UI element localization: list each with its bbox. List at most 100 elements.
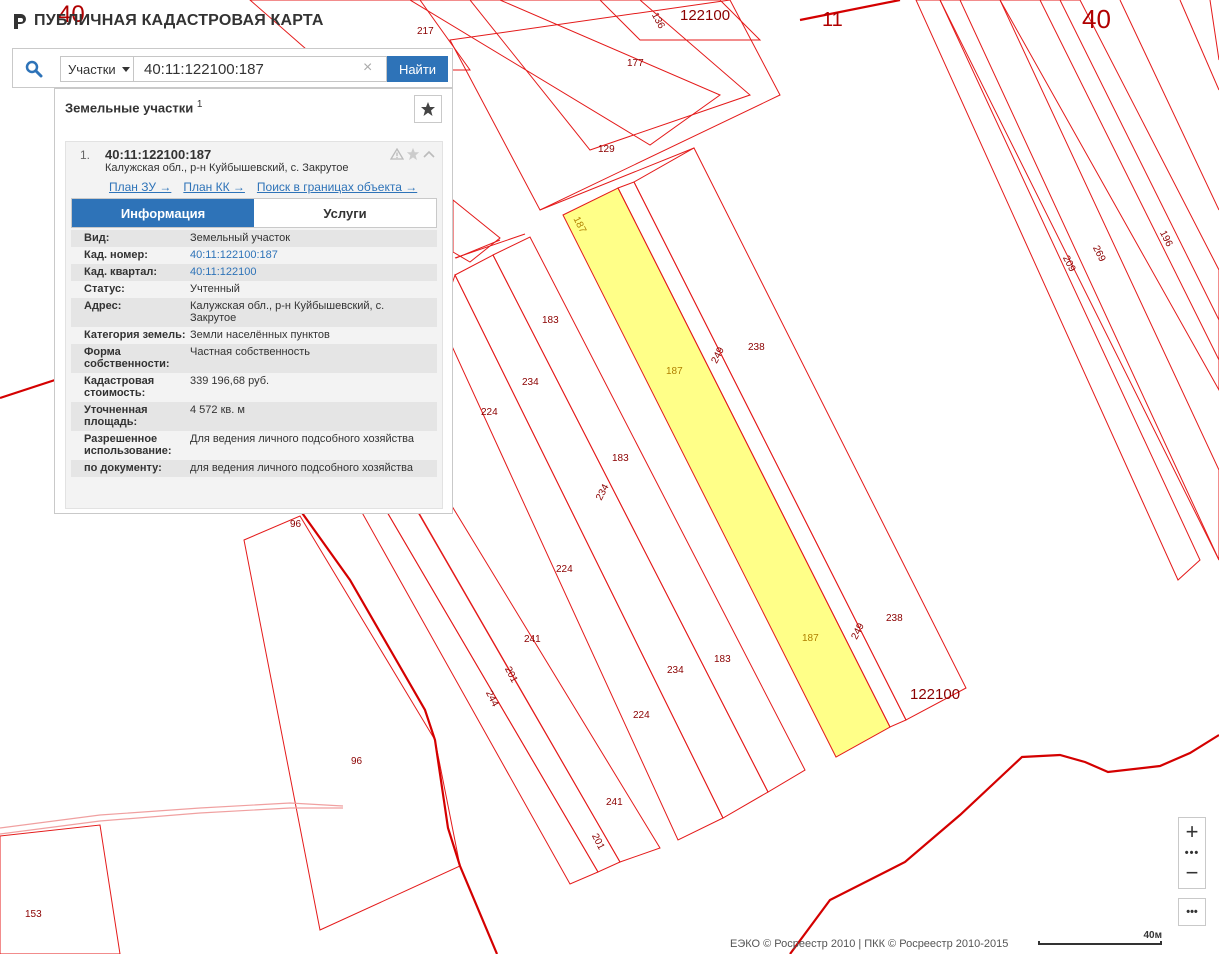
- parcel-label-p234c: 234: [667, 665, 684, 676]
- parcel-label-p224b: 224: [556, 564, 573, 575]
- parcel-label-p177: 177: [627, 58, 644, 69]
- warning-icon[interactable]: [390, 148, 404, 160]
- plan-zu-link[interactable]: План ЗУ →: [109, 180, 171, 194]
- parcel-label-p234b: 234: [594, 482, 612, 502]
- search-type-label: Участки: [68, 61, 116, 77]
- prop-row-kad-quarter: Кад. квартал: 40:11:122100: [71, 264, 437, 281]
- prop-row-cadastral-value: Кадастровая стоимость: 339 196,68 руб.: [71, 373, 437, 402]
- zoom-control: + ••• −: [1178, 817, 1206, 889]
- quarter-boundary-right: [789, 734, 1219, 954]
- star-icon[interactable]: [406, 147, 420, 161]
- parcel-label-p129: 129: [598, 144, 615, 155]
- parcel-label-p187b: 187: [666, 366, 683, 377]
- parcel-label-p224c: 224: [633, 710, 650, 721]
- scale-bar-line: [1038, 941, 1162, 945]
- search-panel: Участки × Найти Земельные участки 1 1. 4…: [12, 48, 453, 514]
- parcel-label-p187c: 187: [802, 633, 819, 644]
- star-icon: [421, 102, 435, 116]
- scale-label: 40м: [1143, 930, 1162, 941]
- parcel-label-p201a: 201: [502, 665, 520, 685]
- parcel-label-p241b: 241: [606, 797, 623, 808]
- parcel-label-p183c: 183: [714, 654, 731, 665]
- parcel-129[interactable]: [449, 0, 781, 211]
- quarter-boundary-top: [799, 0, 901, 22]
- find-button[interactable]: Найти: [387, 56, 448, 82]
- tab-services[interactable]: Услуги: [254, 199, 436, 227]
- chevron-down-icon: [121, 66, 130, 72]
- parcel-244[interactable]: [354, 499, 599, 885]
- parcel-96[interactable]: [243, 515, 461, 931]
- parcel-187[interactable]: [562, 187, 891, 758]
- prop-row-land-category: Категория земель: Земли населённых пункто…: [71, 327, 437, 344]
- search-in-bounds-link[interactable]: Поиск в границах объекта →: [257, 180, 417, 194]
- app-header: ПУБЛИЧНАЯ КАДАСТРОВАЯ КАРТА: [12, 12, 324, 30]
- parcel-234[interactable]: [454, 254, 769, 819]
- parcel-196[interactable]: [999, 0, 1219, 392]
- prop-row-type: Вид: Земельный участок: [71, 230, 437, 247]
- parcel-label-p183b: 183: [612, 453, 629, 464]
- parcel-label-p183a: 183: [542, 315, 559, 326]
- quarter-boundary-main: [299, 509, 499, 954]
- favorites-button[interactable]: [414, 95, 442, 123]
- prop-row-address: Адрес: Калужская обл., р-н Куйбышевский, …: [71, 298, 437, 327]
- more-options-button[interactable]: •••: [1178, 898, 1206, 926]
- parcel-153[interactable]: [0, 824, 121, 954]
- parcel-label-p241a: 241: [524, 634, 541, 645]
- parcel-label-p196: 196: [1157, 229, 1175, 249]
- zoom-dots-icon[interactable]: •••: [1179, 847, 1205, 859]
- logo-icon: [14, 14, 26, 29]
- quarter-label-122100-top: 122100: [680, 7, 730, 24]
- result-address: Калужская обл., р-н Куйбышевский, с. Зак…: [105, 162, 349, 174]
- prop-row-permitted-use: Разрешенное использование: Для ведения ли…: [71, 431, 437, 460]
- parcel-269[interactable]: [939, 0, 1219, 561]
- result-card[interactable]: 1. 40:11:122100:187 Калужская обл., р-н …: [65, 141, 443, 509]
- parcel-label-p153: 153: [25, 909, 42, 920]
- parcel-left-block[interactable]: [452, 198, 501, 263]
- scale-bar: 40м: [1036, 930, 1166, 950]
- parcel-label-p238a: 238: [748, 342, 765, 353]
- search-type-select[interactable]: Участки: [60, 56, 134, 82]
- result-number: 1.: [80, 148, 91, 162]
- results-count: 1: [196, 99, 203, 110]
- prop-row-ownership: Форма собственности: Частная собственност…: [71, 344, 437, 373]
- search-icon[interactable]: [21, 57, 47, 81]
- card-tabs: Информация Услуги: [71, 198, 437, 228]
- parcel-label-p234a: 234: [522, 377, 539, 388]
- card-actions: [390, 147, 436, 161]
- search-input[interactable]: [134, 56, 387, 82]
- parcel-label-p244: 244: [483, 689, 501, 709]
- prop-row-kad-number: Кад. номер: 40:11:122100:187: [71, 247, 437, 264]
- parcel-label-p224a: 224: [481, 407, 498, 418]
- plan-kk-link[interactable]: План КК →: [183, 180, 245, 194]
- zoom-in-button[interactable]: +: [1179, 818, 1205, 846]
- parcel-209[interactable]: [915, 0, 1201, 581]
- app-title: ПУБЛИЧНАЯ КАДАСТРОВАЯ КАРТА: [34, 12, 324, 29]
- parcel-label-p217: 217: [417, 26, 434, 37]
- tab-information[interactable]: Информация: [72, 199, 254, 227]
- parcel-label-p238b: 238: [886, 613, 903, 624]
- parcel-249[interactable]: [617, 181, 907, 728]
- result-kad-number[interactable]: 40:11:122100:187: [105, 147, 211, 162]
- parcel-label-p136: 136: [649, 11, 667, 31]
- prop-row-status: Статус: Учтенный: [71, 281, 437, 298]
- parcel-label-p249a: 249: [709, 345, 727, 365]
- parcel-label-p269: 269: [1090, 244, 1108, 264]
- copyright-text: ЕЭКО © Росреестр 2010 | ПКК © Росреестр …: [730, 938, 1009, 950]
- zoom-out-button[interactable]: −: [1179, 859, 1205, 887]
- parcel-label-p96a: 96: [290, 519, 302, 530]
- quarter-label-11: 11: [822, 9, 843, 31]
- prop-row-by-document: по документу: для ведения личного подсобн…: [71, 460, 437, 477]
- parcel-201[interactable]: [379, 489, 621, 873]
- search-bar: Участки × Найти: [12, 48, 453, 88]
- prop-row-area: Уточненная площадь: 4 572 кв. м: [71, 402, 437, 431]
- card-links: План ЗУ → План КК → Поиск в границах объ…: [109, 180, 417, 194]
- chevron-up-icon[interactable]: [422, 149, 436, 159]
- clear-icon[interactable]: ×: [363, 60, 372, 76]
- results-panel: Земельные участки 1 1. 40:11:122100:187 …: [54, 88, 453, 514]
- parcel-right-strip[interactable]: [409, 0, 722, 146]
- quarter-label-122100-bottom: 122100: [910, 686, 960, 703]
- quarter-label-40-right: 40: [1082, 4, 1111, 34]
- parcel-label-p96b: 96: [351, 756, 363, 767]
- results-title: Земельные участки 1: [65, 99, 203, 116]
- property-table: Вид: Земельный участок Кад. номер: 40:11:1…: [71, 230, 437, 477]
